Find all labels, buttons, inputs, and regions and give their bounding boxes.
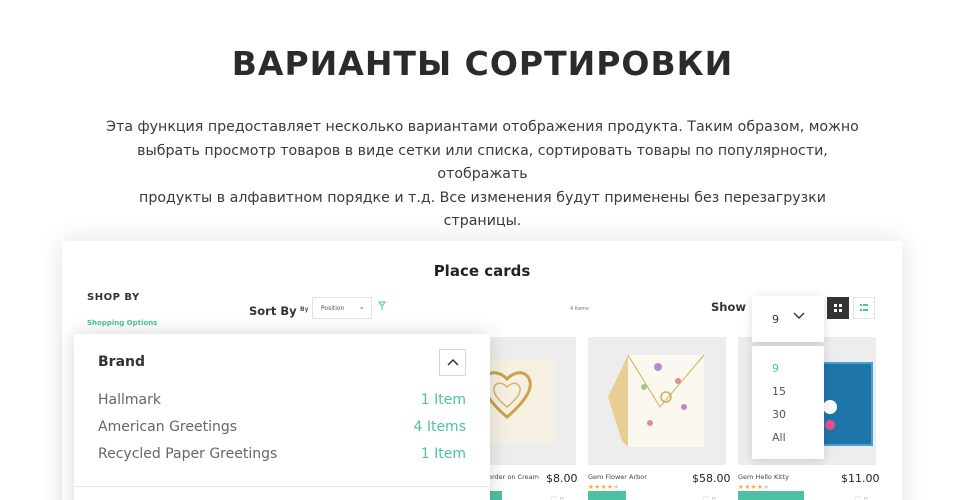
show-select-value: 9	[772, 313, 779, 326]
brand-filter-title: Brand	[98, 354, 146, 370]
show-option-9[interactable]: 9	[772, 362, 779, 375]
brand-count: 1 Item	[420, 446, 466, 462]
list-view-button[interactable]	[853, 297, 875, 319]
show-per-page-select[interactable]: 9	[752, 296, 824, 342]
chevron-down-icon	[792, 307, 806, 326]
list-icon	[860, 304, 868, 311]
brand-name: American Greetings	[98, 419, 238, 435]
add-to-cart-button[interactable]	[488, 491, 502, 500]
divider	[74, 486, 490, 487]
sort-by-label: Sort By	[249, 304, 297, 318]
brand-count: 4 Items	[413, 419, 466, 435]
brand-option-american-greetings[interactable]: American Greetings 4 Items	[98, 419, 466, 439]
sort-direction-icon[interactable]	[378, 301, 386, 313]
product-price: $8.00	[546, 472, 578, 485]
description-line: продукты в алфавитном порядке и т.д. Все…	[139, 189, 826, 230]
show-options-list: 9 15 30 All	[752, 346, 824, 459]
product-name[interactable]: order on Cream	[488, 473, 539, 481]
page-description: Эта функция предоставляет несколько вари…	[100, 116, 865, 234]
show-option-all[interactable]: All	[772, 431, 786, 444]
add-to-cart-button[interactable]	[588, 491, 626, 500]
grid-view-button[interactable]	[827, 297, 849, 319]
collapse-button[interactable]	[439, 349, 466, 376]
product-price: $58.00	[692, 472, 731, 485]
product-name[interactable]: Gem Hello Kitty	[738, 473, 789, 481]
brand-count: 1 Item	[420, 392, 466, 408]
brand-name: Hallmark	[98, 392, 161, 408]
brand-option-hallmark[interactable]: Hallmark 1 Item	[98, 392, 466, 412]
wishlist-compare-icons[interactable]: ♡ ▯	[854, 495, 868, 500]
shopping-options-label: Shopping Options	[87, 319, 158, 327]
chevron-up-icon	[446, 358, 459, 366]
product-price: $11.00	[841, 472, 880, 485]
product-name[interactable]: Gem Flower Arbor	[588, 473, 647, 481]
chevron-down-icon: ⌄	[358, 302, 365, 311]
description-line: выбрать просмотр товаров в виде сетки ил…	[137, 142, 828, 183]
sort-by-small-label: By	[300, 306, 309, 313]
sort-select-value: Position	[321, 305, 345, 312]
wishlist-compare-icons[interactable]: ♡ ▯	[550, 495, 564, 500]
rating-stars: ★★★★★	[738, 483, 770, 491]
wishlist-compare-icons[interactable]: ♡ ▯	[702, 495, 716, 500]
show-option-30[interactable]: 30	[772, 408, 786, 421]
page-title: ВАРИАНТЫ СОРТИРОВКИ	[231, 44, 734, 83]
rating-stars: ★★★★★	[588, 483, 620, 491]
shop-by-heading: SHOP BY	[87, 292, 140, 303]
show-option-15[interactable]: 15	[772, 385, 786, 398]
show-label: Show	[711, 300, 746, 314]
brand-option-recycled-paper-greetings[interactable]: Recycled Paper Greetings 1 Item	[98, 446, 466, 466]
brand-name: Recycled Paper Greetings	[98, 446, 278, 462]
grid-icon	[834, 304, 842, 312]
sort-select[interactable]: Position ⌄	[312, 297, 372, 319]
brand-filter-panel: Brand Hallmark 1 Item American Greetings…	[74, 334, 490, 500]
product-card-image[interactable]	[588, 337, 726, 465]
description-line: Эта функция предоставляет несколько вари…	[106, 119, 859, 135]
add-to-cart-button[interactable]	[738, 491, 804, 500]
items-count: 4 Items	[570, 306, 589, 312]
category-title: Place cards	[433, 262, 531, 280]
